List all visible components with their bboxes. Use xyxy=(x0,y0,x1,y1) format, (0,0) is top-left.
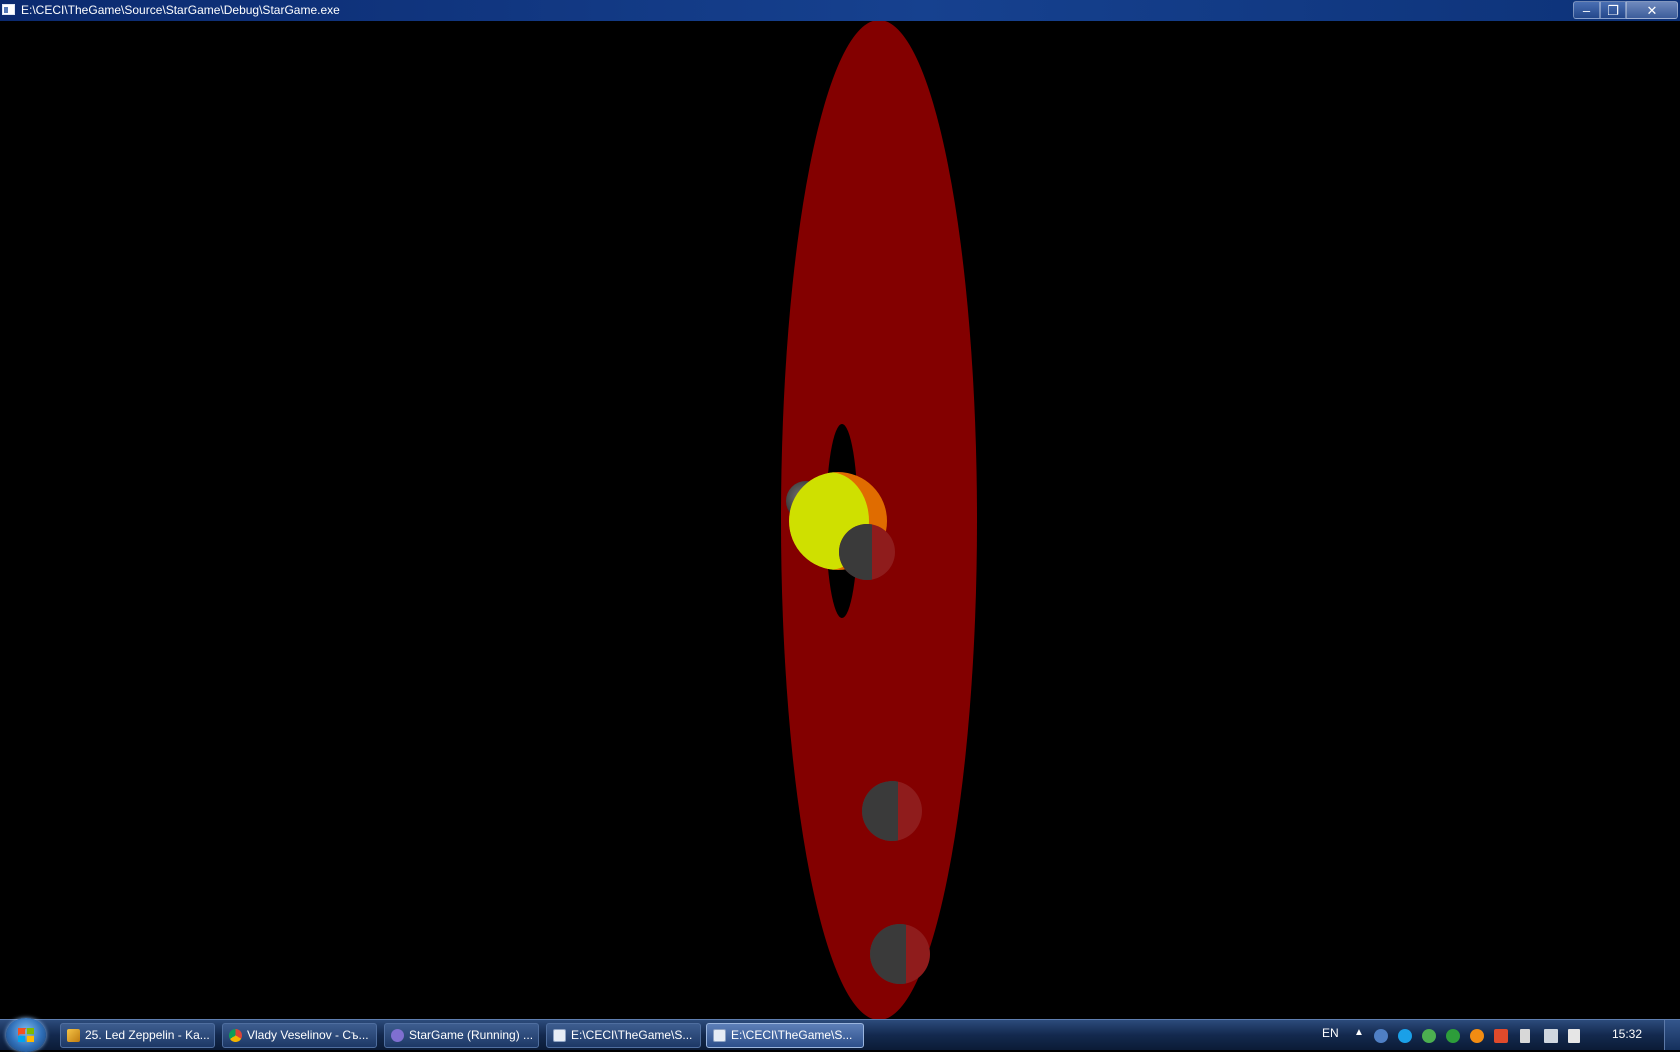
flag-icon[interactable] xyxy=(1520,1029,1530,1043)
taskbar-item-label: E:\CECI\TheGame\S... xyxy=(571,1028,693,1042)
utorrent-icon[interactable] xyxy=(1422,1029,1436,1043)
restore-button[interactable]: ❐ xyxy=(1600,1,1626,19)
start-button[interactable] xyxy=(6,1018,46,1052)
close-button[interactable]: ✕ xyxy=(1626,1,1678,19)
planet-inner xyxy=(839,524,895,580)
visual-studio-icon xyxy=(391,1029,404,1042)
taskbar-item-console-1[interactable]: E:\CECI\TheGame\S... xyxy=(546,1023,701,1048)
skype-icon[interactable] xyxy=(1398,1029,1412,1043)
chrome-icon xyxy=(229,1029,242,1042)
taskbar-item-label: E:\CECI\TheGame\S... xyxy=(731,1028,853,1042)
speaker-alert-icon[interactable] xyxy=(1494,1029,1508,1043)
music-player-icon xyxy=(67,1029,80,1042)
taskbar-item-visual-studio[interactable]: StarGame (Running) ... xyxy=(384,1023,539,1048)
taskbar-item-label: Vlady Veselinov - Съ... xyxy=(247,1028,369,1042)
planet-outer xyxy=(870,924,930,984)
taskbar-item-console-2[interactable]: E:\CECI\TheGame\S... xyxy=(706,1023,864,1048)
taskbar-item-label: StarGame (Running) ... xyxy=(409,1028,534,1042)
avast-icon[interactable] xyxy=(1470,1029,1484,1043)
application-window: E:\CECI\TheGame\Source\StarGame\Debug\St… xyxy=(0,0,1680,1019)
taskbar-item-chrome[interactable]: Vlady Veselinov - Съ... xyxy=(222,1023,377,1048)
show-hidden-icons-button[interactable]: ▲ xyxy=(1354,1027,1364,1038)
taskbar: 25. Led Zeppelin - Ka... Vlady Veselinov… xyxy=(0,1018,1680,1052)
taskbar-item-label: 25. Led Zeppelin - Ka... xyxy=(85,1028,210,1042)
language-indicator[interactable]: EN xyxy=(1322,1026,1339,1040)
window-title: E:\CECI\TheGame\Source\StarGame\Debug\St… xyxy=(21,3,340,17)
console-window-icon xyxy=(713,1029,726,1042)
minimize-button[interactable]: – xyxy=(1573,1,1600,19)
console-app-icon[interactable] xyxy=(2,4,15,15)
planet-middle xyxy=(862,781,922,841)
title-bar[interactable]: E:\CECI\TheGame\Source\StarGame\Debug\St… xyxy=(0,0,1680,21)
console-window-icon xyxy=(553,1029,566,1042)
show-desktop-button[interactable] xyxy=(1664,1020,1680,1050)
network-status-icon[interactable] xyxy=(1544,1029,1558,1043)
network-icon[interactable] xyxy=(1374,1029,1388,1043)
volume-icon[interactable] xyxy=(1568,1029,1580,1043)
clock[interactable]: 15:32 xyxy=(1612,1027,1642,1041)
solar-system-scene[interactable] xyxy=(0,21,1680,1019)
taskbar-item-music-player[interactable]: 25. Led Zeppelin - Ka... xyxy=(60,1023,215,1048)
antivirus-icon[interactable] xyxy=(1446,1029,1460,1043)
game-viewport[interactable] xyxy=(0,21,1680,1019)
